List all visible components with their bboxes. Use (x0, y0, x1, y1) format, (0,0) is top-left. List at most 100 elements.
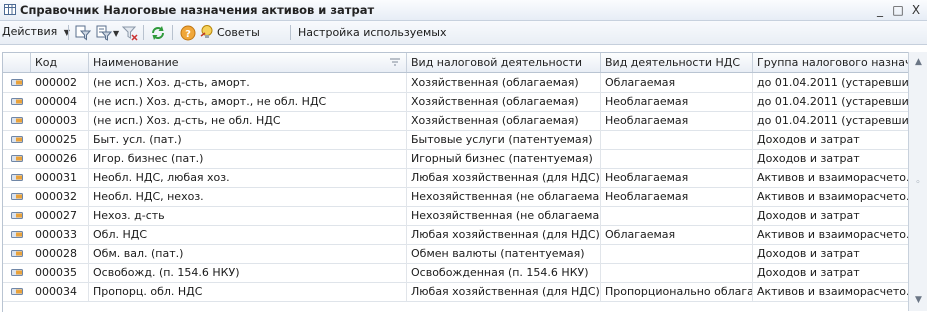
close-button[interactable]: X (908, 2, 924, 18)
cell-tax-activity: Любая хозяйственная (для НДС) (407, 282, 601, 301)
cell-vat-activity: Пропорционально облага... (601, 282, 753, 301)
cell-code: 000034 (31, 282, 89, 301)
cell-tax-group: Доходов и затрат (757, 152, 860, 165)
marker-column-header (3, 53, 31, 72)
table-row[interactable]: 000028 Обм. вал. (пат.) Обмен валюты (пате… (3, 244, 909, 264)
catalog-item-icon (11, 269, 23, 276)
table-row[interactable]: 000032 Необл. НДС, нехоз. Нехозяйственная … (3, 187, 909, 207)
cell-tax-group: Активов и взаиморасчето... (757, 190, 909, 203)
cell-vat-activity (601, 130, 753, 149)
filter-off-icon[interactable] (122, 25, 138, 41)
catalog-item-icon (11, 250, 23, 257)
catalog-item-icon (11, 117, 23, 124)
table-row[interactable]: 000004 (не исп.) Хоз. д-сть, аморт., не о… (3, 92, 909, 112)
catalog-item-icon (11, 288, 23, 295)
toolbar: Действия ▼ ▼ ? Советы Настройка использу… (0, 21, 927, 45)
cell-tax-group: Активов и взаиморасчето... (757, 228, 909, 241)
actions-menu-button[interactable]: Действия ▼ (2, 23, 70, 40)
scroll-up-arrow-icon[interactable]: ▲ (909, 54, 927, 71)
catalog-table-icon (4, 4, 16, 15)
help-icon[interactable]: ? (180, 25, 196, 41)
title-bar: Справочник Налоговые назначения активов … (0, 0, 927, 21)
cell-code: 000031 (31, 168, 89, 187)
toolbar-separator (172, 25, 173, 40)
catalog-item-icon (11, 212, 23, 219)
vertical-scrollbar[interactable]: ▲ ◦ ▼ (908, 52, 927, 311)
cell-vat-activity: Облагаемая (601, 73, 753, 92)
cell-tax-group: Активов и взаиморасчето... (757, 285, 909, 298)
column-header-tax-group[interactable]: Группа налогового назнач... (753, 53, 909, 72)
table-row[interactable]: 000033 Обл. НДС Любая хозяйственная (для Н… (3, 225, 909, 245)
cell-code: 000035 (31, 263, 89, 282)
column-header-code[interactable]: Код (31, 53, 89, 72)
column-header-vat-activity[interactable]: Вид деятельности НДС (601, 53, 753, 72)
filter-dropdown-arrow-icon[interactable]: ▼ (113, 25, 119, 42)
table-row[interactable]: 000003 (не исп.) Хоз. д-сть, не обл. НДС Х… (3, 111, 909, 131)
cell-tax-group: Доходов и затрат (757, 133, 860, 146)
cell-tax-activity: Хозяйственная (облагаемая) (407, 111, 601, 130)
cell-name: Быт. усл. (пат.) (89, 130, 407, 149)
cell-name: Освобожд. (п. 154.6 НКУ) (89, 263, 407, 282)
cell-code: 000026 (31, 149, 89, 168)
cell-tax-group: до 01.04.2011 (устаревшие) (757, 76, 909, 89)
cell-name: Пропорц. обл. НДС (89, 282, 407, 301)
table-row[interactable]: 000031 Необл. НДС, любая хоз. Любая хозяйс… (3, 168, 909, 188)
refresh-icon[interactable] (150, 25, 166, 41)
filter-set-icon[interactable] (75, 25, 91, 41)
cell-vat-activity: Необлагаемая (601, 111, 753, 130)
setup-used-button[interactable]: Настройка используемых (298, 24, 446, 41)
cell-code: 000025 (31, 130, 89, 149)
toolbar-separator (68, 25, 69, 40)
cell-tax-activity: Любая хозяйственная (для НДС) (407, 225, 601, 244)
scroll-thumb[interactable]: ◦ (913, 178, 923, 188)
column-header-name[interactable]: Наименование (89, 53, 407, 72)
cell-tax-activity: Освобожденная (п. 154.6 НКУ) (407, 263, 601, 282)
cell-name: Нехоз. д-сть (89, 206, 407, 225)
window-title: Справочник Налоговые назначения активов … (20, 3, 375, 17)
table-row[interactable]: 000025 Быт. усл. (пат.) Бытовые услуги (па… (3, 130, 909, 150)
column-header-name-label: Наименование (93, 56, 179, 69)
cell-vat-activity: Необлагаемая (601, 168, 753, 187)
maximize-button[interactable]: □ (890, 2, 906, 18)
cell-name: (не исп.) Хоз. д-сть, не обл. НДС (89, 111, 407, 130)
catalog-item-icon (11, 231, 23, 238)
cell-tax-group: Доходов и затрат (757, 266, 860, 279)
tips-button[interactable]: Советы (199, 24, 260, 41)
table-row[interactable]: 000034 Пропорц. обл. НДС Любая хозяйственн… (3, 282, 909, 302)
cell-vat-activity (601, 149, 753, 168)
actions-menu-label: Действия (2, 25, 58, 38)
cell-tax-group: до 01.04.2011 (устаревшие) (757, 114, 909, 127)
cell-name: Обл. НДС (89, 225, 407, 244)
cell-tax-activity: Хозяйственная (облагаемая) (407, 73, 601, 92)
catalog-item-icon (11, 155, 23, 162)
cell-code: 000033 (31, 225, 89, 244)
toolbar-separator (290, 25, 291, 40)
cell-vat-activity: Необлагаемая (601, 187, 753, 206)
tips-icon (200, 25, 213, 38)
sort-ascending-icon (390, 58, 400, 66)
table-row[interactable]: 000035 Освобожд. (п. 154.6 НКУ) Освобожден… (3, 263, 909, 283)
table-row[interactable]: 000026 Игор. бизнес (пат.) Игорный бизнес … (3, 149, 909, 169)
table-row[interactable]: 000027 Нехоз. д-сть Нехозяйственная (не об… (3, 206, 909, 226)
grid-header: Код Наименование Вид налоговой деятельно… (3, 53, 909, 73)
cell-tax-activity: Любая хозяйственная (для НДС) (407, 168, 601, 187)
cell-vat-activity (601, 263, 753, 282)
cell-name: Необл. НДС, любая хоз. (89, 168, 407, 187)
cell-tax-activity: Нехозяйственная (не облагаемая) (407, 187, 601, 206)
filter-list-icon[interactable] (96, 25, 112, 41)
cell-tax-group: Доходов и затрат (757, 209, 860, 222)
cell-code: 000027 (31, 206, 89, 225)
data-grid[interactable]: Код Наименование Вид налоговой деятельно… (2, 52, 909, 312)
cell-tax-group: Доходов и затрат (757, 247, 860, 260)
cell-tax-activity: Игорный бизнес (патентуемая) (407, 149, 601, 168)
cell-name: Обм. вал. (пат.) (89, 244, 407, 263)
cell-name: (не исп.) Хоз. д-сть, аморт., не обл. НД… (89, 92, 407, 111)
cell-name: Необл. НДС, нехоз. (89, 187, 407, 206)
table-row[interactable]: 000002 (не исп.) Хоз. д-сть, аморт. Хозяйс… (3, 73, 909, 93)
cell-tax-group: Активов и взаиморасчето... (757, 171, 909, 184)
column-header-tax-activity[interactable]: Вид налоговой деятельности (407, 53, 601, 72)
cell-vat-activity (601, 206, 753, 225)
scroll-down-arrow-icon[interactable]: ▼ (909, 292, 927, 309)
minimize-button[interactable]: _ (872, 2, 888, 18)
catalog-item-icon (11, 79, 23, 86)
